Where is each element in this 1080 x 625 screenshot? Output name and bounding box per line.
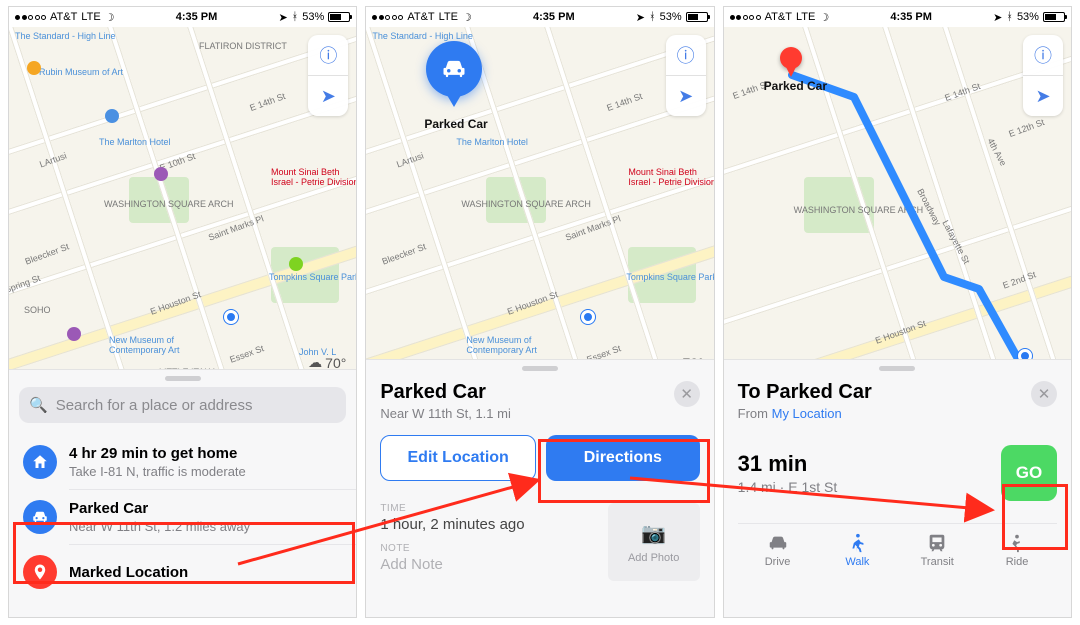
time-label: TIME	[380, 503, 597, 514]
search-icon: 🔍	[29, 396, 48, 414]
locate-button[interactable]: ➤	[666, 76, 706, 116]
mode-walk[interactable]: Walk	[817, 532, 897, 568]
map-label: SOHO	[24, 305, 51, 315]
map-controls: ⓘ ➤	[308, 35, 348, 116]
info-button[interactable]: ⓘ	[308, 35, 348, 75]
map-label: WASHINGTON SQUARE ARCH	[461, 199, 591, 209]
suggestion-sub: Take I-81 N, traffic is moderate	[69, 464, 246, 479]
locate-button[interactable]: ➤	[1023, 76, 1063, 116]
from-line: From My Location	[738, 406, 872, 421]
screenshot-3: AT&T LTE ☽ 4:35 PM ➤ᚼ 53% E 14th St E 12…	[723, 6, 1072, 618]
poi-icon	[27, 61, 41, 75]
transport-modes: Drive Walk Transit Ride	[738, 523, 1057, 568]
sheet-grabber[interactable]	[879, 366, 915, 371]
dnd-icon: ☽	[105, 11, 115, 24]
home-icon	[23, 445, 57, 479]
mode-transit[interactable]: Transit	[897, 532, 977, 568]
place-card[interactable]: Parked Car Near W 11th St, 1.1 mi ✕ Edit…	[366, 359, 713, 617]
map-view[interactable]: The Standard - High Line Rubin Museum of…	[9, 27, 356, 377]
map-label: Tompkins Square Park	[626, 272, 713, 282]
sheet-grabber[interactable]	[165, 376, 201, 381]
trip-time: 31 min	[738, 451, 838, 477]
card-title: To Parked Car	[738, 381, 872, 404]
mode-ride[interactable]: Ride	[977, 532, 1057, 568]
suggestion-marked-location[interactable]: Marked Location	[9, 545, 356, 599]
status-bar: AT&T LTE ☽ 4:35 PM ➤ᚼ 53%	[366, 7, 713, 27]
sheet-grabber[interactable]	[522, 366, 558, 371]
map-label: WASHINGTON SQUARE ARCH	[104, 199, 234, 209]
close-button[interactable]: ✕	[1031, 381, 1057, 407]
pin-label: Parked Car	[424, 117, 487, 131]
time-value: 1 hour, 2 minutes ago	[380, 516, 597, 533]
suggestion-title: Parked Car	[69, 500, 250, 517]
info-button[interactable]: ⓘ	[666, 35, 706, 75]
destination-pin[interactable]	[780, 47, 802, 69]
directions-card[interactable]: To Parked Car From My Location ✕ 31 min …	[724, 359, 1071, 617]
map-controls: ⓘ ➤	[666, 35, 706, 116]
directions-button[interactable]: Directions	[546, 435, 700, 481]
note-label: NOTE	[380, 543, 597, 554]
screenshot-1: AT&T LTE ☽ 4:35 PM ➤ ᚼ 53%	[8, 6, 357, 618]
suggestion-sub: Near W 11th St, 1.2 miles away	[69, 519, 250, 534]
poi-icon	[289, 257, 303, 271]
map-label: New Museum of Contemporary Art	[466, 335, 576, 355]
map-label: The Marlton Hotel	[99, 137, 171, 147]
card-subtitle: Near W 11th St, 1.1 mi	[380, 406, 511, 421]
parked-car-pin[interactable]	[426, 41, 482, 97]
network: LTE	[81, 11, 100, 23]
info-button[interactable]: ⓘ	[1023, 35, 1063, 75]
add-photo-button[interactable]: 📷 Add Photo	[608, 503, 700, 581]
map-label: The Standard - High Line	[15, 31, 116, 41]
car-icon	[23, 500, 57, 534]
pin-label: Parked Car	[764, 79, 827, 93]
go-button[interactable]: GO	[1001, 445, 1057, 501]
search-placeholder: Search for a place or address	[56, 397, 253, 414]
search-input[interactable]: 🔍 Search for a place or address	[19, 387, 346, 423]
close-button[interactable]: ✕	[674, 381, 700, 407]
status-bar: AT&T LTE ☽ 4:35 PM ➤ ᚼ 53%	[9, 7, 356, 27]
map-label: Rubin Museum of Art	[39, 67, 123, 77]
user-location-icon	[224, 310, 238, 324]
bottom-sheet[interactable]: 🔍 Search for a place or address 4 hr 29 …	[9, 369, 356, 617]
screenshot-2: AT&T LTE ☽ 4:35 PM ➤ᚼ 53% The Standard -…	[365, 6, 714, 618]
edit-location-button[interactable]: Edit Location	[380, 435, 536, 481]
poi-icon	[154, 167, 168, 181]
poi-icon	[105, 109, 119, 123]
suggestion-title: Marked Location	[69, 564, 188, 581]
status-bar: AT&T LTE ☽ 4:35 PM ➤ᚼ 53%	[724, 7, 1071, 27]
map-label: Tompkins Square Park	[269, 272, 356, 282]
note-input[interactable]: Add Note	[380, 556, 597, 573]
my-location-link[interactable]: My Location	[772, 406, 842, 421]
location-icon: ➤	[278, 11, 287, 24]
map-label: FLATIRON DISTRICT	[199, 41, 287, 51]
bluetooth-icon: ᚼ	[292, 11, 299, 23]
locate-button[interactable]: ➤	[308, 76, 348, 116]
battery-icon	[328, 12, 350, 22]
trip-detail: 1.4 mi · E 1st St	[738, 479, 838, 495]
carrier: AT&T	[50, 11, 77, 23]
map-view[interactable]: The Standard - High Line The Marlton Hot…	[366, 27, 713, 377]
pin-icon	[23, 555, 57, 589]
suggestion-home[interactable]: 4 hr 29 min to get home Take I-81 N, tra…	[9, 435, 356, 489]
map-view[interactable]: E 14th St E 12th St WASHINGTON SQUARE AR…	[724, 27, 1071, 377]
suggestion-title: 4 hr 29 min to get home	[69, 445, 246, 462]
map-label: Mount Sinai Beth Israel - Petrie Divisio…	[628, 167, 713, 187]
map-label: The Standard - High Line	[372, 31, 473, 41]
signal-dots	[15, 15, 46, 20]
mode-drive[interactable]: Drive	[738, 532, 818, 568]
camera-icon: 📷	[641, 521, 666, 546]
card-title: Parked Car	[380, 381, 511, 404]
suggestion-parked-car[interactable]: Parked Car Near W 11th St, 1.2 miles awa…	[9, 490, 356, 544]
clock: 4:35 PM	[176, 11, 218, 23]
map-label: Mount Sinai Beth Israel - Petrie Divisio…	[271, 167, 356, 187]
map-controls: ⓘ ➤	[1023, 35, 1063, 116]
poi-icon	[67, 327, 81, 341]
map-label: The Marlton Hotel	[456, 137, 528, 147]
battery-pct: 53%	[302, 11, 324, 23]
map-label: New Museum of Contemporary Art	[109, 335, 219, 355]
